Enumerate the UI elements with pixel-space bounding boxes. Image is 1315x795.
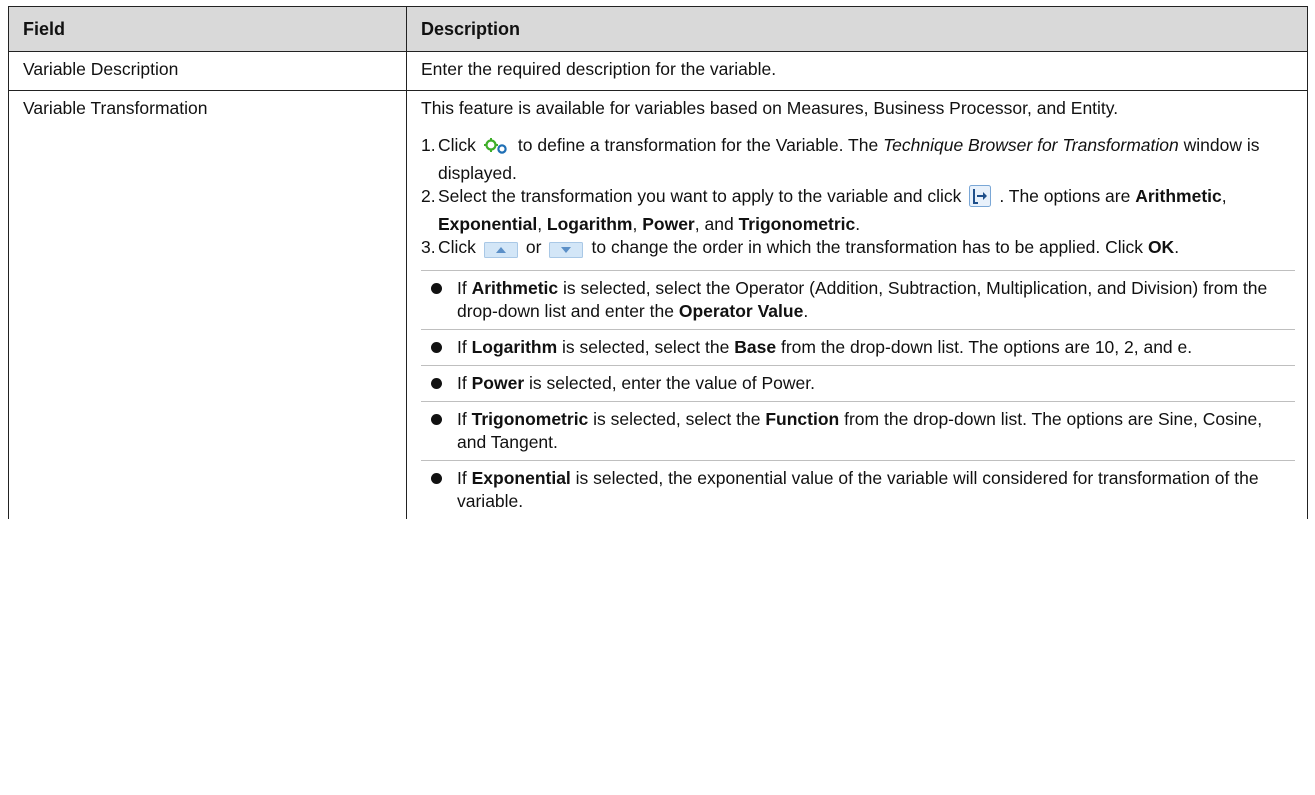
field-description-table: Field Description Variable Description E… [8, 6, 1308, 519]
description-cell: This feature is available for variables … [406, 90, 1308, 519]
move-right-icon[interactable] [969, 185, 992, 213]
table-row: Variable Description Enter the required … [8, 51, 1308, 91]
field-column-header: Field [8, 6, 407, 52]
list-item: If Power is selected, enter the value of… [421, 365, 1295, 401]
intro-text: This feature is available for variables … [421, 98, 1119, 118]
bullet-icon [431, 473, 442, 484]
table-header-row: Field Description [8, 6, 1308, 52]
bullet-icon [431, 414, 442, 425]
move-down-icon[interactable] [549, 241, 584, 264]
bullet-icon [431, 342, 442, 353]
description-column-header: Description [406, 6, 1308, 52]
move-up-icon[interactable] [483, 241, 518, 264]
list-item: If Trigonometric is selected, select the… [421, 401, 1295, 460]
step-3: 3. Click or to change the order in which… [421, 236, 1295, 264]
list-item: If Logarithm is selected, select the Bas… [421, 329, 1295, 365]
step-1: 1. Click to define a transformation for … [421, 135, 1260, 183]
description-cell: Enter the required description for the v… [406, 51, 1308, 91]
bullet-list: If Arithmetic is selected, select the Op… [421, 270, 1295, 513]
field-cell: Variable Transformation [8, 90, 407, 519]
transformation-gear-icon[interactable] [483, 138, 510, 162]
field-cell: Variable Description [8, 51, 407, 91]
bullet-icon [431, 378, 442, 389]
list-item: If Arithmetic is selected, select the Op… [421, 270, 1295, 329]
bullet-icon [431, 283, 442, 294]
table-row: Variable Transformation This feature is … [8, 90, 1308, 519]
list-item: If Exponential is selected, the exponent… [421, 460, 1295, 513]
step-2: 2. Select the transformation you want to… [421, 185, 1227, 234]
